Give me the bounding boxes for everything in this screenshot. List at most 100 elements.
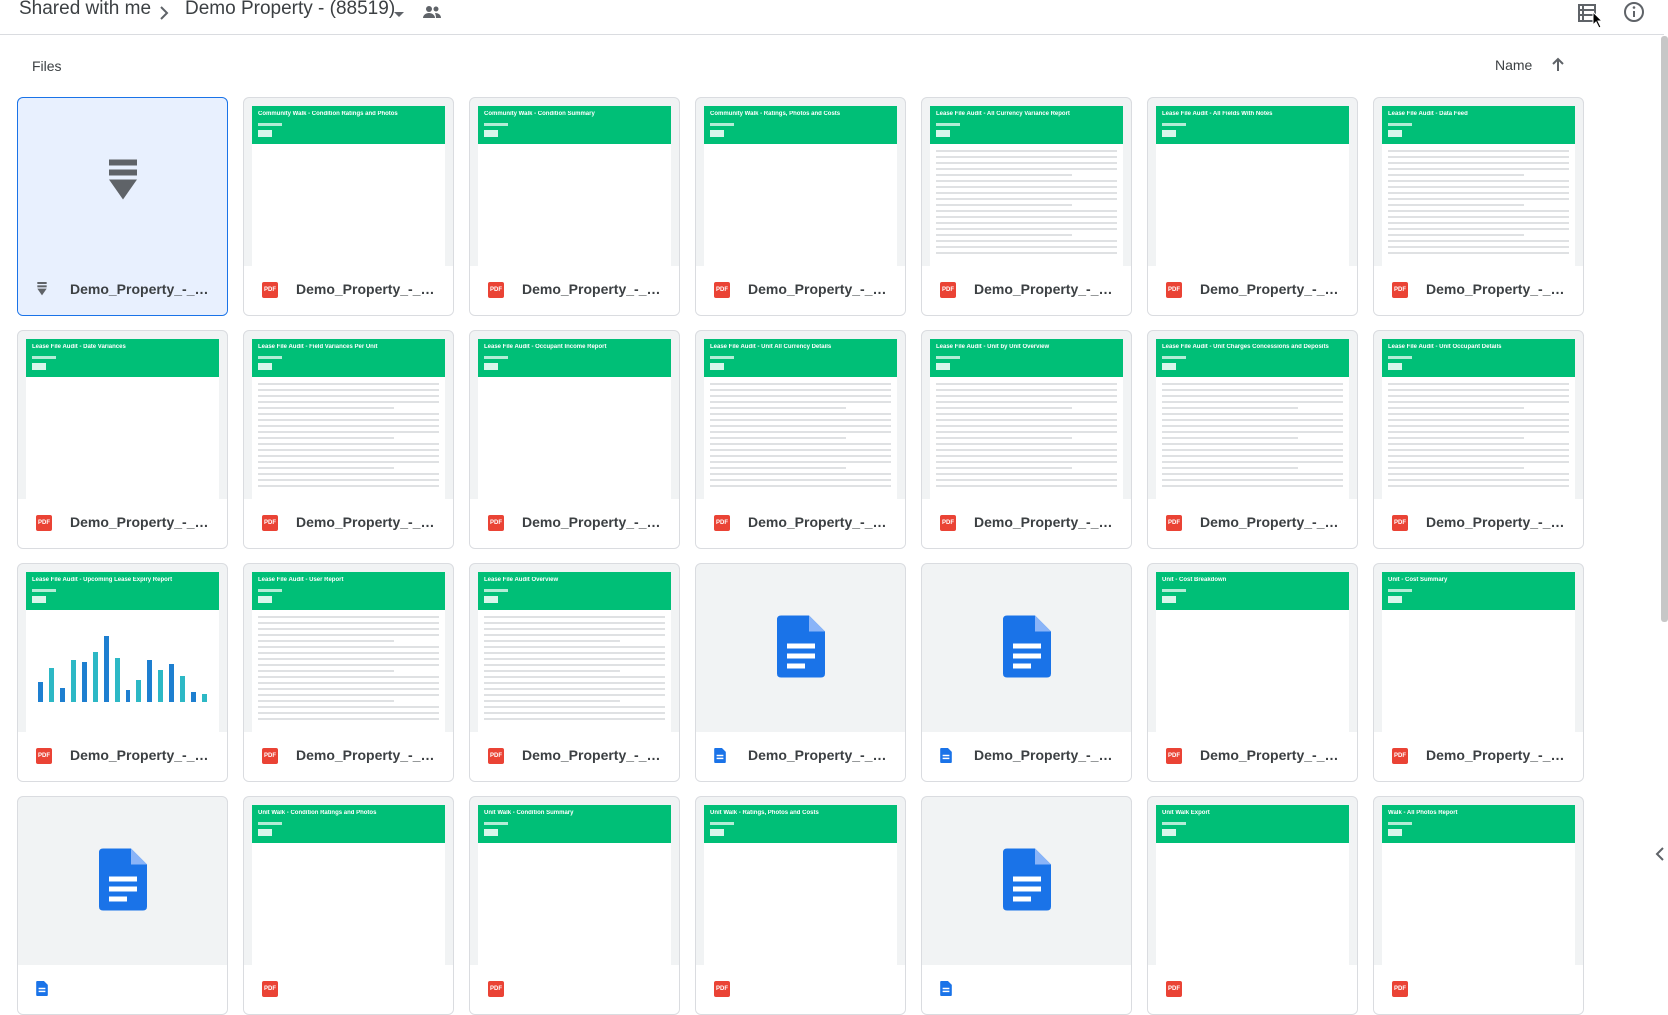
file-card[interactable]: Lease File Audit Overview PDF Demo_Propert…: [469, 563, 680, 782]
file-card[interactable]: Unit - Cost Breakdown PDF Demo_Property_-_…: [1147, 563, 1358, 782]
report-preview-page: Unit - Cost Breakdown: [1156, 572, 1349, 734]
file-thumbnail: Unit Walk - Condition Ratings and Photos: [244, 797, 453, 967]
file-card[interactable]: Lease File Audit - Field Variances Per U…: [243, 330, 454, 549]
report-title: Unit Walk - Condition Summary: [484, 810, 574, 816]
chart-bar: [92, 652, 98, 702]
file-card-footer: PDF Demo_Property_-_Lea...: [1374, 266, 1583, 315]
report-subtitle-bar: [484, 589, 508, 592]
pdf-file-icon: PDF: [1166, 748, 1182, 764]
report-title: Community Walk - Ratings, Photos and Cos…: [710, 111, 841, 117]
file-thumbnail: Community Walk - Condition Summary: [470, 98, 679, 268]
report-preview-page: Unit Walk - Condition Ratings and Photos: [252, 805, 445, 967]
report-logo: [1162, 130, 1176, 137]
report-preview-page: Lease File Audit - Data Feed: [1382, 106, 1575, 268]
file-card[interactable]: Lease File Audit - User Report PDF Demo_Pr…: [243, 563, 454, 782]
report-preview-page: Lease File Audit - Upcoming Lease Expiry…: [26, 572, 219, 734]
file-card-footer: PDF Demo_Property_-_Lea...: [1148, 266, 1357, 315]
report-logo: [1162, 363, 1176, 370]
file-name: Demo_Property_-_Lea...: [1200, 514, 1342, 530]
file-card[interactable]: Lease File Audit - Date Variances PDF Demo…: [17, 330, 228, 549]
file-card[interactable]: [921, 796, 1132, 1015]
chart-bar: [70, 660, 76, 702]
file-card[interactable]: Lease File Audit - Unit All Currency Det…: [695, 330, 906, 549]
file-name: Demo_Property_-_Lea...: [974, 281, 1116, 297]
file-card[interactable]: Lease File Audit - All Fields With Notes…: [1147, 97, 1358, 316]
report-table-preview: [478, 610, 671, 730]
report-preview-page: Community Walk - Condition Ratings and P…: [252, 106, 445, 268]
report-subtitle-bar: [258, 589, 282, 592]
file-card[interactable]: Lease File Audit - Unit Occupant Details…: [1373, 330, 1584, 549]
google-doc-icon: [36, 981, 52, 997]
file-card[interactable]: Lease File Audit - Upcoming Lease Expiry…: [17, 563, 228, 782]
report-subtitle-bar: [258, 356, 282, 359]
breadcrumb-root[interactable]: Shared with me: [19, 0, 151, 20]
file-card[interactable]: Unit Walk - Condition Summary PDF: [469, 796, 680, 1015]
chart-bar: [147, 660, 153, 702]
report-table-preview: [1156, 377, 1349, 497]
report-preview-page: Community Walk - Ratings, Photos and Cos…: [704, 106, 897, 268]
arrow-up-icon[interactable]: [1549, 56, 1567, 79]
file-card[interactable]: Walk - All Photos Report PDF: [1373, 796, 1584, 1015]
report-logo: [710, 829, 724, 836]
report-title: Lease File Audit - Unit Charges Concessi…: [1162, 344, 1329, 350]
file-card[interactable]: Lease File Audit - Data Feed PDF Demo_Prop…: [1373, 97, 1584, 316]
file-thumbnail: Lease File Audit - Unit Occupant Details: [1374, 331, 1583, 501]
file-name: Demo_Property_-_Co...: [748, 281, 890, 297]
file-thumbnail: Lease File Audit - Unit All Currency Det…: [696, 331, 905, 501]
chart-bar: [180, 676, 186, 702]
file-name: Demo_Property_-_Pro...: [748, 747, 890, 763]
file-card[interactable]: Unit Walk - Condition Ratings and Photos…: [243, 796, 454, 1015]
pdf-file-icon: PDF: [1392, 981, 1408, 997]
file-card[interactable]: Unit Walk Export PDF: [1147, 796, 1358, 1015]
file-card-footer: PDF Demo_Property_-_Lea...: [1374, 499, 1583, 548]
chart-bar: [48, 668, 54, 702]
report-preview-page: Unit Walk Export: [1156, 805, 1349, 967]
file-card-footer: PDF: [244, 965, 453, 1014]
report-subtitle-bar: [1162, 589, 1186, 592]
breadcrumb-current[interactable]: Demo Property - (88519): [185, 0, 395, 20]
report-subtitle-bar: [32, 589, 56, 592]
report-logo: [258, 130, 272, 137]
file-card[interactable]: Demo_Property_-_Pro...: [695, 563, 906, 782]
report-title: Lease File Audit - Date Variances: [32, 344, 126, 350]
report-title: Lease File Audit - Occupant Income Repor…: [484, 344, 607, 350]
file-card[interactable]: Unit Walk - Ratings, Photos and Costs PDF: [695, 796, 906, 1015]
report-title: Lease File Audit - Field Variances Per U…: [258, 344, 378, 350]
google-doc-icon: [1002, 848, 1051, 916]
file-card[interactable]: Lease File Audit - Unit Charges Concessi…: [1147, 330, 1358, 549]
sort-by-name-button[interactable]: Name: [1495, 57, 1532, 73]
report-subtitle-bar: [710, 822, 734, 825]
file-name: Demo_Property_-_Co...: [522, 281, 664, 297]
report-banner: Community Walk - Ratings, Photos and Cos…: [704, 106, 897, 144]
file-card[interactable]: Community Walk - Condition Ratings and P…: [243, 97, 454, 316]
mouse-cursor-icon: [1592, 10, 1604, 34]
shared-people-icon[interactable]: [423, 5, 441, 24]
file-thumbnail: Unit Walk - Condition Summary: [470, 797, 679, 967]
file-card[interactable]: Lease File Audit - Occupant Income Repor…: [469, 330, 680, 549]
chart-bar: [59, 688, 65, 702]
files-section-label: Files: [32, 58, 62, 74]
report-preview-page: Lease File Audit - Unit All Currency Det…: [704, 339, 897, 501]
report-subtitle-bar: [1388, 822, 1412, 825]
archive-file-icon: [36, 282, 52, 298]
chevron-left-icon[interactable]: [1654, 846, 1666, 867]
report-preview-page: Lease File Audit - Unit Charges Concessi…: [1156, 339, 1349, 501]
report-logo: [936, 363, 950, 370]
report-title: Unit - Cost Summary: [1388, 577, 1448, 583]
archive-file-icon: [107, 159, 139, 207]
file-card[interactable]: Community Walk - Condition Summary PDF Dem…: [469, 97, 680, 316]
chart-bar: [38, 682, 43, 702]
info-icon[interactable]: [1623, 1, 1647, 25]
file-thumbnail: Unit - Cost Breakdown: [1148, 564, 1357, 734]
file-card[interactable]: Lease File Audit - Unit by Unit Overview…: [921, 330, 1132, 549]
report-subtitle-bar: [710, 123, 734, 126]
file-card[interactable]: [17, 796, 228, 1015]
file-card[interactable]: Lease File Audit - All Currency Variance…: [921, 97, 1132, 316]
file-card[interactable]: Demo_Property_-_All_...: [17, 97, 228, 316]
file-card[interactable]: Demo_Property_-_Raw...: [921, 563, 1132, 782]
file-card[interactable]: Community Walk - Ratings, Photos and Cos…: [695, 97, 906, 316]
scrollbar-thumb[interactable]: [1661, 36, 1668, 622]
google-doc-icon: [940, 748, 956, 764]
file-card[interactable]: Unit - Cost Summary PDF Demo_Property_-_Un…: [1373, 563, 1584, 782]
caret-down-icon[interactable]: [393, 6, 405, 24]
